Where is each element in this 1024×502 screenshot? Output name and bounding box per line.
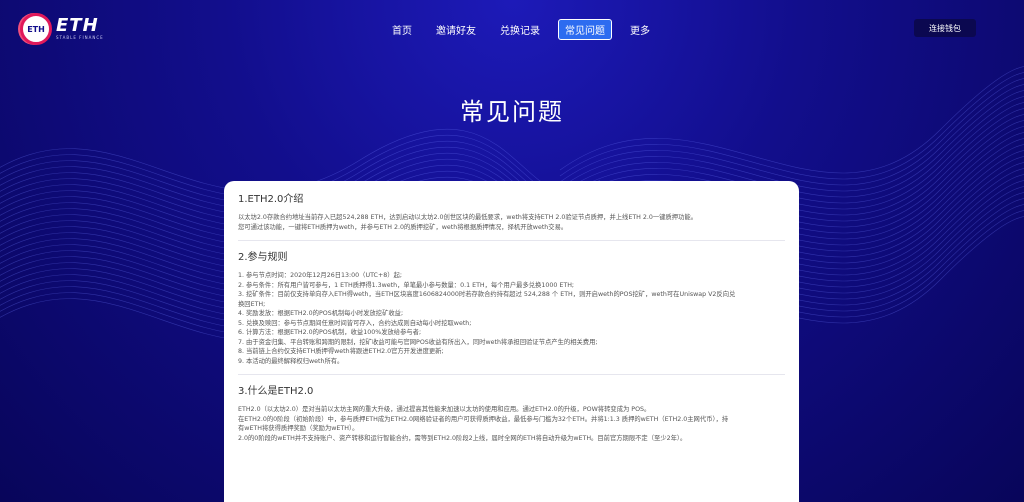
eth-logo-icon: ETH	[20, 13, 52, 45]
logo-text: ETH STABLE FINANCE	[56, 17, 104, 41]
section-line: 您可通过该功能，一键将ETH质押为weth，并参与ETH 2.0的质押挖矿，we…	[238, 223, 568, 231]
section-title: 2.参与规则	[238, 252, 288, 263]
section-divider	[238, 374, 785, 375]
faq-section-rules: 2.参与规则 1. 参与节点时间：2020年12月26日13:00（UTC+8）…	[238, 251, 785, 366]
header: ETH ETH STABLE FINANCE 首页 邀请好友 兑换记录 常见问题…	[0, 0, 1024, 58]
faq-section-what-is-eth2: 3.什么是ETH2.0 ETH2.0（以太坊2.0）是对当前以太坊主网的重大升级…	[238, 385, 785, 443]
section-line: 5. 兑换及赎回：参与节点期间任意时间皆可存入，合约达成则自动每小时挖取weth…	[238, 319, 472, 327]
section-line: 3. 挖矿条件：目前仅支持单向存入ETH得weth，当ETH区块高度160682…	[238, 291, 736, 298]
main-nav: 首页 邀请好友 兑换记录 常见问题 更多	[386, 19, 668, 40]
brand-subtitle: STABLE FINANCE	[56, 35, 104, 40]
section-line: ETH2.0（以太坊2.0）是对当前以太坊主网的重大升级，通过提高其性能来加速以…	[238, 406, 651, 413]
section-line: 2.0的0阶段的wETH并不支持账户、资产转移和运行智能合约，需等到ETH2.0…	[238, 434, 687, 442]
section-line: 2. 参与条件：所有用户皆可参与，1 ETH质押得1.3weth，单笔最小参与数…	[238, 281, 575, 289]
section-line: 在ETH2.0的0阶段（初始阶段）中，参与质押ETH成为ETH2.0网络验证者的…	[238, 415, 729, 423]
section-line: 换回ETH;	[238, 300, 266, 308]
connect-wallet-button[interactable]: 连接钱包	[914, 19, 976, 37]
nav-item-invite-friends[interactable]: 邀请好友	[430, 19, 482, 40]
brand-name: ETH	[56, 15, 99, 36]
section-line: 7. 由于资金归集、平台转账和跨期的限制，挖矿收益可能与官网POS收益有所出入，…	[238, 338, 598, 346]
section-line: 9. 本活动的最终解释权归weth所有。	[238, 357, 344, 365]
nav-item-more[interactable]: 更多	[624, 19, 656, 40]
section-divider	[238, 240, 785, 241]
page-title: 常见问题	[460, 98, 564, 126]
faq-card: 1.ETH2.0介绍 以太坊2.0存款合约地址当前存入已超524,288 ETH…	[224, 181, 799, 502]
logo-ring-text: ETH	[27, 24, 45, 34]
section-line: 以太坊2.0存款合约地址当前存入已超524,288 ETH，达到启动以太坊2.0…	[238, 214, 697, 221]
section-line: 1. 参与节点时间：2020年12月26日13:00（UTC+8）起;	[238, 272, 402, 279]
section-line: 4. 奖励发放：根据ETH2.0的POS机制每小时发放挖矿收益;	[238, 310, 404, 317]
brand-logo[interactable]: ETH ETH STABLE FINANCE	[20, 12, 104, 46]
section-line: 有wETH将获得质押奖励（奖励为wETH）。	[238, 425, 359, 432]
section-title: 3.什么是ETH2.0	[238, 386, 314, 397]
section-title: 1.ETH2.0介绍	[238, 194, 304, 205]
faq-section-intro: 1.ETH2.0介绍 以太坊2.0存款合约地址当前存入已超524,288 ETH…	[238, 193, 785, 232]
section-line: 6. 计算方法：根据ETH2.0的POS机制，收益100%发放给参与者;	[238, 329, 422, 336]
nav-item-home[interactable]: 首页	[386, 19, 418, 40]
section-line: 8. 当前链上合约仅支持ETH质押得weth将跟进ETH2.0官方开发进度更新;	[238, 348, 444, 355]
nav-item-exchange-records[interactable]: 兑换记录	[494, 19, 546, 40]
nav-item-faq[interactable]: 常见问题	[558, 19, 612, 40]
page: ETH ETH STABLE FINANCE 首页 邀请好友 兑换记录 常见问题…	[0, 0, 1024, 502]
